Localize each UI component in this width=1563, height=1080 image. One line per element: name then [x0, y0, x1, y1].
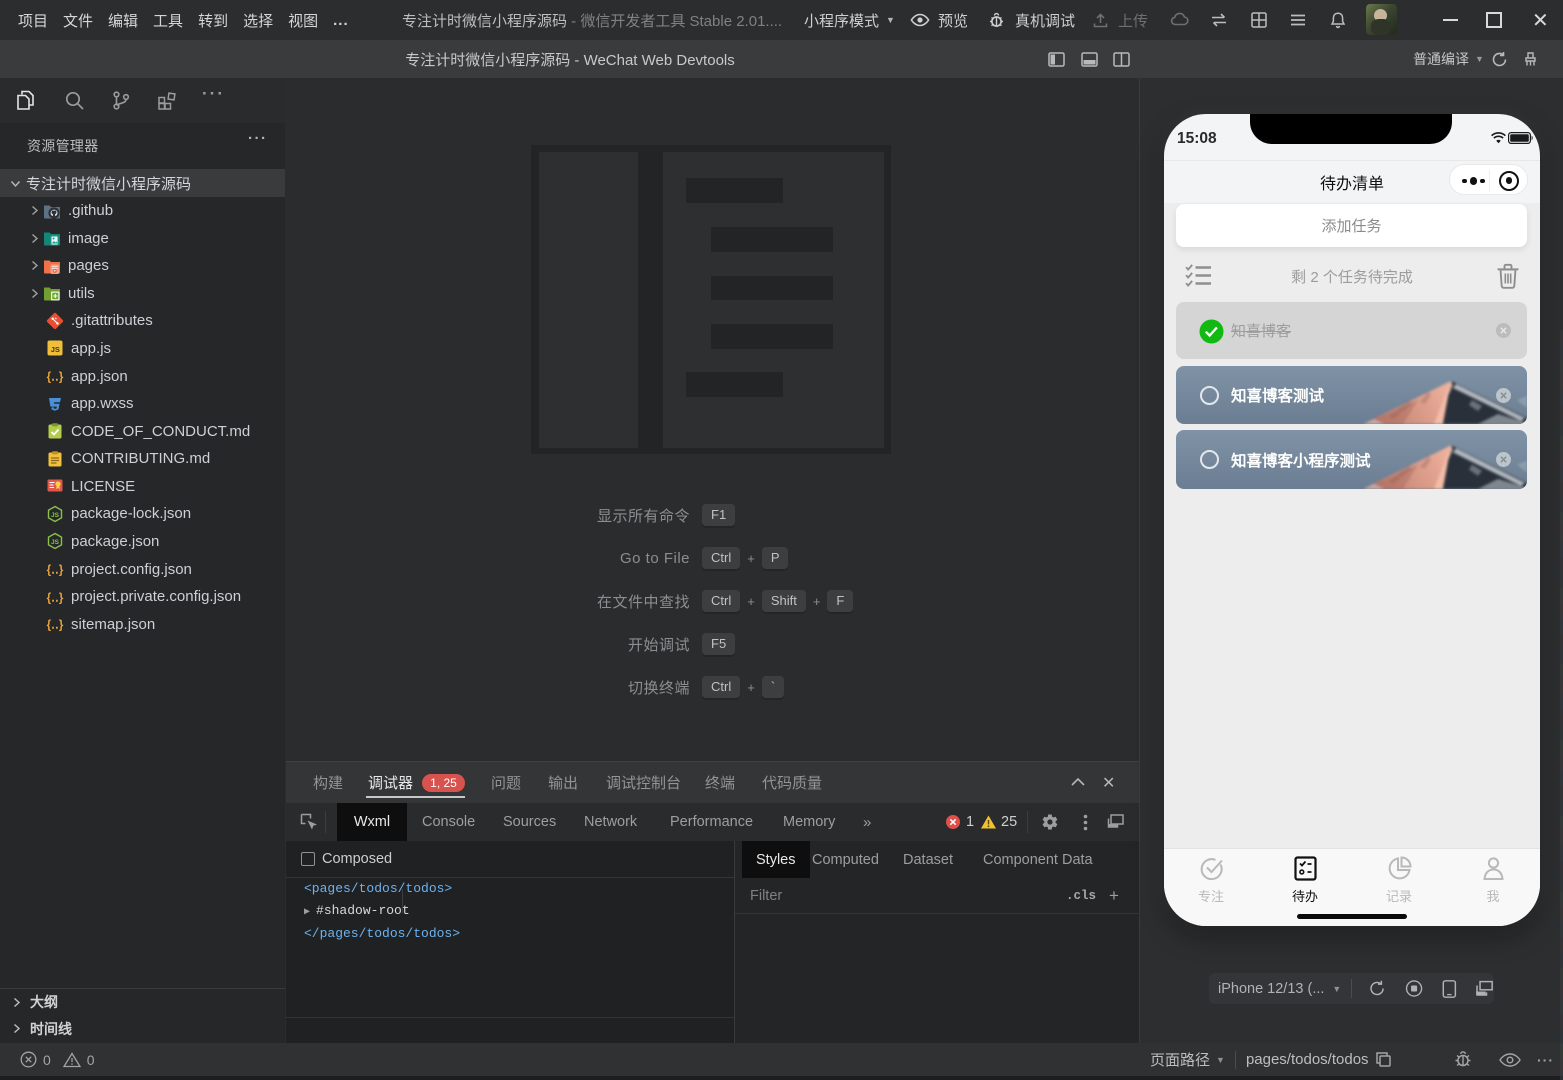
svg-text:{‥}: {‥}: [47, 565, 64, 577]
svg-text:JS: JS: [51, 539, 60, 546]
svg-text:JS: JS: [51, 512, 60, 519]
svg-text:JS: JS: [51, 345, 60, 354]
svg-text:{‥}: {‥}: [47, 372, 64, 384]
svg-text:{‥}: {‥}: [47, 592, 64, 604]
svg-text:{‥}: {‥}: [47, 620, 64, 632]
